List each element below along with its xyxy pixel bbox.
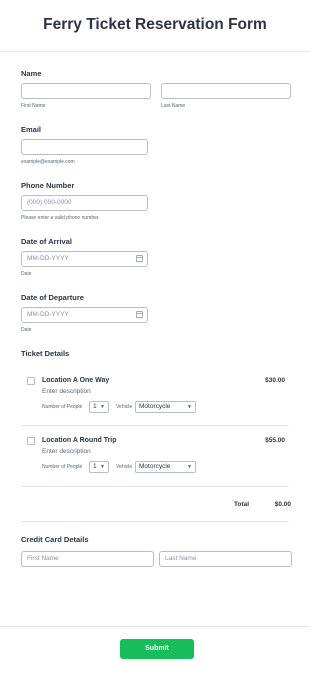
phone-input[interactable]: (000) 000-0000 (21, 195, 148, 211)
product-name: Location A One Way (42, 377, 110, 384)
arrival-date-input[interactable]: MM-DD-YYYY (21, 251, 148, 267)
vehicle-label: Vehicle (116, 464, 133, 470)
departure-label: Date of Departure (21, 293, 84, 302)
product-name: Location A Round Trip (42, 437, 117, 444)
vehicle-select[interactable]: Motorcycle ▼ (135, 401, 196, 413)
form-header: Ferry Ticket Reservation Form (0, 0, 310, 52)
phone-sublabel: Please enter a valid phone number. (21, 215, 100, 221)
product-price: $55.00 (265, 437, 285, 444)
email-input[interactable] (21, 139, 148, 155)
first-name-sublabel: First Name (21, 103, 46, 109)
last-name-sublabel: Last Name (161, 103, 186, 109)
chevron-down-icon: ▼ (100, 404, 105, 410)
chevron-down-icon: ▼ (100, 464, 105, 470)
people-value: 1 (93, 463, 97, 470)
departure-date-input[interactable]: MM-DD-YYYY (21, 307, 148, 323)
product-divider (21, 486, 289, 487)
people-value: 1 (93, 403, 97, 410)
product-checkbox[interactable] (27, 377, 35, 385)
total-label: Total (234, 501, 250, 508)
people-select[interactable]: 1 ▼ (89, 461, 109, 473)
card-last-name-input[interactable]: Last Name (159, 551, 292, 567)
vehicle-select[interactable]: Motorcycle ▼ (135, 461, 196, 473)
chevron-down-icon: ▼ (187, 404, 192, 410)
ticket-details-label: Ticket Details (21, 349, 70, 358)
card-first-name-input[interactable]: First Name (21, 551, 154, 567)
product-divider (21, 425, 289, 426)
product-price: $30.00 (265, 377, 285, 384)
first-name-input[interactable] (21, 83, 151, 99)
departure-sublabel: Date (21, 327, 32, 333)
people-label: Number of People (42, 464, 83, 470)
total-divider (21, 521, 289, 522)
vehicle-label: Vehicle (116, 404, 133, 410)
product-description: Enter description (42, 448, 91, 455)
product-item-one-way: Location A One Way Enter description $30… (21, 370, 289, 422)
departure-date-placeholder: MM-DD-YYYY (27, 311, 69, 318)
submit-button[interactable]: Submit (120, 639, 194, 659)
product-item-round-trip: Location A Round Trip Enter description … (21, 430, 289, 482)
email-sublabel: example@example.com (21, 159, 75, 165)
vehicle-value: Motorcycle (139, 463, 171, 470)
last-name-input[interactable] (161, 83, 291, 99)
total-value: $0.00 (274, 501, 291, 508)
chevron-down-icon: ▼ (187, 464, 192, 470)
credit-card-label: Credit Card Details (21, 535, 89, 544)
calendar-icon[interactable] (136, 311, 143, 318)
people-select[interactable]: 1 ▼ (89, 401, 109, 413)
phone-label: Phone Number (21, 181, 75, 190)
vehicle-value: Motorcycle (139, 403, 171, 410)
name-label: Name (21, 69, 42, 78)
product-checkbox[interactable] (27, 437, 35, 445)
calendar-icon[interactable] (136, 255, 143, 262)
form-title: Ferry Ticket Reservation Form (43, 16, 267, 33)
people-label: Number of People (42, 404, 83, 410)
arrival-date-placeholder: MM-DD-YYYY (27, 255, 69, 262)
arrival-sublabel: Date (21, 271, 32, 277)
arrival-label: Date of Arrival (21, 237, 72, 246)
product-description: Enter description (42, 388, 91, 395)
email-label: Email (21, 125, 42, 134)
